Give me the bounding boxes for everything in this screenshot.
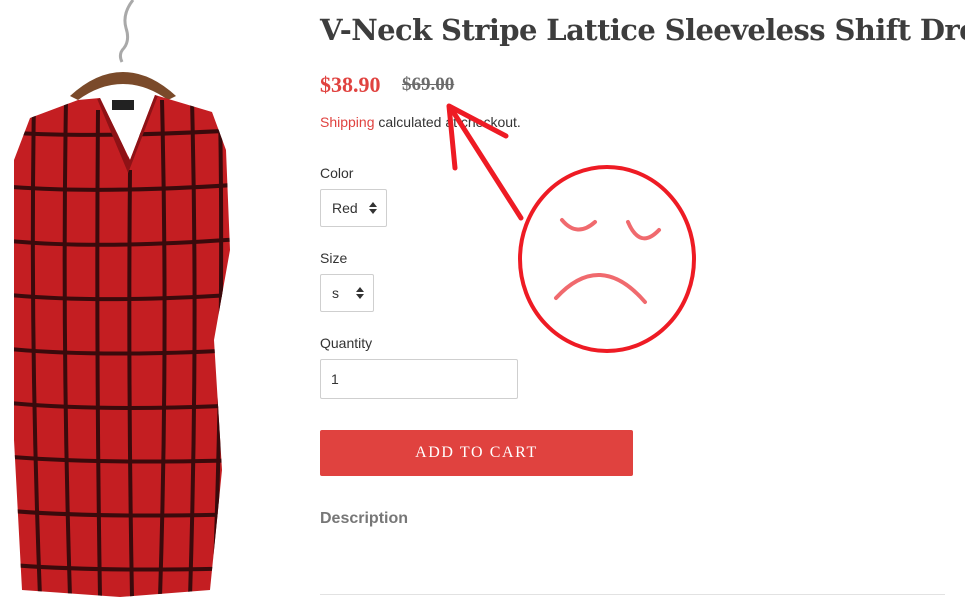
color-label: Color	[320, 165, 354, 181]
select-arrows-icon	[369, 202, 377, 214]
sad-face-left-eye	[560, 218, 597, 232]
add-to-cart-button[interactable]: ADD TO CART	[320, 430, 633, 476]
size-select-value: s	[332, 285, 339, 301]
compare-at-price: $69.00	[402, 74, 455, 95]
shipping-note-text: calculated at checkout.	[374, 114, 521, 130]
shipping-note: Shipping calculated at checkout.	[320, 114, 521, 130]
product-title: V-Neck Stripe Lattice Sleeveless Shift D…	[320, 13, 965, 47]
quantity-input[interactable]	[320, 359, 518, 399]
color-select[interactable]: Red	[320, 189, 387, 227]
size-select[interactable]: s	[320, 274, 374, 312]
select-arrows-icon	[356, 287, 364, 299]
sale-price: $38.90	[320, 72, 381, 97]
product-image[interactable]	[0, 0, 300, 597]
sad-face-right-eye	[626, 220, 661, 241]
color-select-value: Red	[332, 200, 358, 216]
quantity-label: Quantity	[320, 335, 373, 351]
size-label: Size	[320, 250, 348, 266]
divider	[320, 594, 945, 595]
description-heading: Description	[320, 510, 409, 527]
sad-face-outline	[518, 165, 696, 353]
shipping-link[interactable]: Shipping	[320, 114, 375, 130]
sad-face-mouth	[554, 273, 647, 304]
